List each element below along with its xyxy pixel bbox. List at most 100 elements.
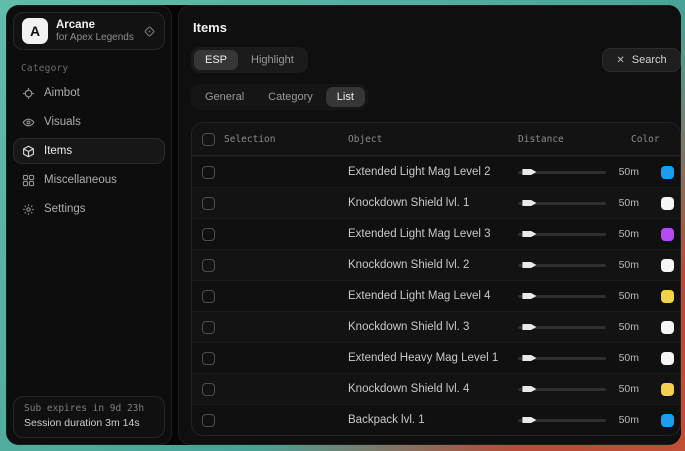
row-checkbox[interactable] [202,321,215,334]
row-checkbox[interactable] [202,383,215,396]
tab-general[interactable]: General [194,87,255,107]
sidebar-nav: Aimbot Visuals Items [13,80,165,222]
gear-icon [22,203,35,216]
row-checkbox[interactable] [202,166,215,179]
distance-value: 50m [613,290,639,302]
distance-slider[interactable] [518,228,606,240]
page-title: Items [193,20,681,35]
object-name: Backpack lvl. 1 [348,414,518,426]
tab-highlight[interactable]: Highlight [240,50,305,70]
sidebar-item-miscellaneous[interactable]: Miscellaneous [13,167,165,193]
items-table: Selection Object Distance Color Extended… [191,122,681,436]
sidebar-item-label: Visuals [44,116,81,128]
color-swatch[interactable] [661,352,674,365]
search-icon: ✕ [616,55,624,66]
sidebar-item-label: Settings [44,203,86,215]
column-header-distance: Distance [518,134,645,145]
distance-slider[interactable] [518,259,606,271]
sidebar-item-label: Miscellaneous [44,174,117,186]
sidebar-item-aimbot[interactable]: Aimbot [13,80,165,106]
app-logo: A [22,18,48,44]
toolbar: ESP Highlight ✕ Search [191,47,681,73]
sidebar-item-visuals[interactable]: Visuals [13,109,165,135]
row-checkbox[interactable] [202,197,215,210]
slider-thumb[interactable] [522,231,536,237]
table-row: Knockdown Shield lvl. 1 50m [192,187,680,218]
row-checkbox[interactable] [202,352,215,365]
sidebar: A Arcane for Apex Legends Category [6,5,172,445]
object-name: Knockdown Shield lvl. 1 [348,197,518,209]
app-window: A Arcane for Apex Legends Category [6,5,681,445]
distance-slider[interactable] [518,290,606,302]
table-row: Extended Light Mag Level 3 50m [192,218,680,249]
object-name: Extended Light Mag Level 4 [348,290,518,302]
distance-slider[interactable] [518,321,606,333]
app-subtitle: for Apex Legends [56,32,135,44]
color-swatch[interactable] [661,259,674,272]
color-swatch[interactable] [661,197,674,210]
search-button[interactable]: ✕ Search [602,48,680,72]
slider-thumb[interactable] [522,262,536,268]
table-row: Extended Light Mag Level 4 50m [192,280,680,311]
search-button-label: Search [632,54,667,66]
diamond-badge-icon[interactable] [143,25,156,38]
tab-esp[interactable]: ESP [194,50,238,70]
distance-slider[interactable] [518,197,606,209]
color-swatch[interactable] [661,321,674,334]
slider-thumb[interactable] [522,417,536,423]
table-row: Extended Heavy Mag Level 1 50m [192,342,680,373]
color-swatch[interactable] [661,228,674,241]
distance-slider[interactable] [518,352,606,364]
distance-value: 50m [613,352,639,364]
sidebar-section-label: Category [21,63,165,74]
distance-value: 50m [613,321,639,333]
crosshair-icon [22,87,35,100]
object-name: Knockdown Shield lvl. 3 [348,321,518,333]
color-swatch[interactable] [661,383,674,396]
table-row: Backpack lvl. 1 50m [192,404,680,435]
slider-thumb[interactable] [522,386,536,392]
slider-thumb[interactable] [522,355,536,361]
app-name: Arcane [56,19,135,32]
slider-thumb[interactable] [522,169,536,175]
row-checkbox[interactable] [202,414,215,427]
box-icon [22,145,35,158]
color-swatch[interactable] [661,414,674,427]
distance-value: 50m [613,228,639,240]
object-name: Knockdown Shield lvl. 4 [348,383,518,395]
view-tabbar: General Category List [191,84,681,110]
sub-expiry-text: Sub expires in 9d 23h [24,402,154,416]
slider-thumb[interactable] [522,293,536,299]
sidebar-item-label: Aimbot [44,87,80,99]
sidebar-item-label: Items [44,145,72,157]
distance-value: 50m [613,259,639,271]
distance-value: 50m [613,383,639,395]
distance-value: 50m [613,414,639,426]
distance-slider[interactable] [518,414,606,426]
tab-category[interactable]: Category [257,87,324,107]
color-swatch[interactable] [661,166,674,179]
sidebar-item-items[interactable]: Items [13,138,165,164]
distance-slider[interactable] [518,166,606,178]
eye-icon [22,116,35,129]
distance-slider[interactable] [518,383,606,395]
sidebar-item-settings[interactable]: Settings [13,196,165,222]
object-name: Extended Light Mag Level 3 [348,228,518,240]
table-row: Knockdown Shield lvl. 3 50m [192,311,680,342]
row-checkbox[interactable] [202,259,215,272]
color-swatch[interactable] [661,290,674,303]
table-row: Extended Light Mag Level 2 50m [192,156,680,187]
object-name: Extended Light Mag Level 2 [348,166,518,178]
slider-thumb[interactable] [522,200,536,206]
app-header-card: A Arcane for Apex Legends [13,12,165,50]
tab-list[interactable]: List [326,87,365,107]
table-row: Knockdown Shield lvl. 4 50m [192,373,680,404]
view-tabgroup: General Category List [191,84,368,110]
row-checkbox[interactable] [202,290,215,303]
mode-tabgroup: ESP Highlight [191,47,308,73]
select-all-checkbox[interactable] [202,133,215,146]
object-name: Extended Heavy Mag Level 1 [348,352,518,364]
object-name: Knockdown Shield lvl. 2 [348,259,518,271]
row-checkbox[interactable] [202,228,215,241]
slider-thumb[interactable] [522,324,536,330]
